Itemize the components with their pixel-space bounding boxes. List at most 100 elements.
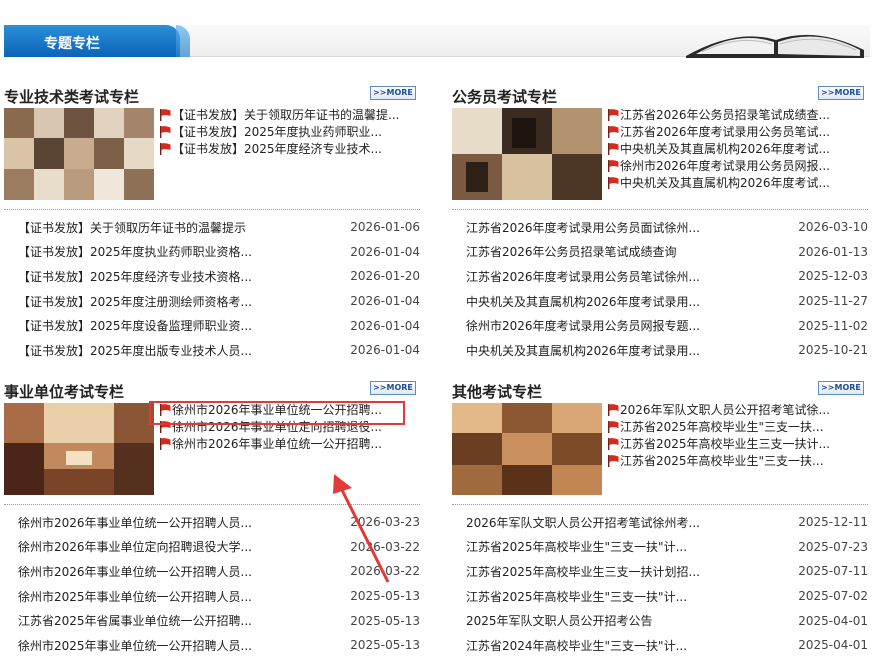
dotted-divider: [4, 209, 420, 210]
red-flag-icon: [608, 403, 619, 416]
list-item[interactable]: 徐州市2025年事业单位统一公开招聘人员... 2025-05-13: [18, 584, 420, 609]
flag-list-item[interactable]: 【证书发放】2025年度执业药师职业...: [160, 123, 424, 140]
section-thumbnail: [452, 403, 602, 495]
section-title: 公务员考试专栏: [452, 88, 558, 106]
list-item[interactable]: 江苏省2025年高校毕业生"三支一扶"计... 2025-07-23: [466, 535, 868, 560]
list-item[interactable]: 【证书发放】2025年度经济专业技术资格... 2026-01-20: [18, 264, 420, 289]
flag-list-item[interactable]: 【证书发放】关于领取历年证书的温馨提...: [160, 106, 424, 123]
more-button[interactable]: >>MORE: [818, 381, 864, 395]
list-item[interactable]: 徐州市2026年事业单位统一公开招聘人员... 2026-03-23: [18, 510, 420, 535]
red-flag-icon: [608, 142, 619, 155]
red-flag-icon: [608, 159, 619, 172]
list-item[interactable]: 江苏省2025年省属事业单位统一公开招聘... 2025-05-13: [18, 608, 420, 633]
list-item[interactable]: 徐州市2026年度考试录用公务员网报专题... 2025-11-02: [466, 313, 868, 338]
flag-list-item[interactable]: 江苏省2026年公务员招录笔试成绩查...: [608, 106, 872, 123]
flag-list-item[interactable]: 【证书发放】2025年度经济专业技术...: [160, 140, 424, 157]
list-item-title: 【证书发放】2025年度经济专业技术资格...: [18, 269, 252, 284]
red-flag-icon: [608, 125, 619, 138]
list-item-title: 徐州市2026年事业单位统一公开招聘人员...: [18, 564, 252, 579]
list-item-title: 徐州市2025年事业单位统一公开招聘人员...: [18, 638, 252, 653]
list-item-title: 江苏省2025年高校毕业生三支一扶计划招...: [466, 564, 700, 579]
section-professional-exams: 专业技术类考试专栏 >>MORE 【证书发放】关于领取历年证书的温馨提... 【…: [4, 86, 420, 358]
list-item-title: 徐州市2026年事业单位统一公开招聘人员...: [18, 515, 252, 530]
list-item[interactable]: 2026年军队文职人员公开招考笔试徐州考... 2025-12-11: [466, 510, 868, 535]
flag-list: 江苏省2026年公务员招录笔试成绩查... 江苏省2026年度考试录用公务员笔试…: [608, 106, 872, 191]
flag-list-item[interactable]: 江苏省2025年高校毕业生"三支一扶...: [608, 452, 872, 469]
dotted-divider: [452, 504, 868, 505]
section-title: 专业技术类考试专栏: [4, 88, 140, 106]
article-list: 2026年军队文职人员公开招考笔试徐州考... 2025-12-11 江苏省202…: [466, 510, 868, 658]
red-flag-icon: [608, 420, 619, 433]
section-title: 其他考试专栏: [452, 383, 543, 401]
list-item[interactable]: 徐州市2025年事业单位统一公开招聘人员... 2025-05-13: [18, 633, 420, 658]
red-flag-icon: [608, 108, 619, 121]
more-button[interactable]: >>MORE: [818, 86, 864, 100]
list-item[interactable]: 徐州市2026年事业单位定向招聘退役大学... 2026-03-22: [18, 535, 420, 560]
flag-list-item[interactable]: 江苏省2026年度考试录用公务员笔试...: [608, 123, 872, 140]
flag-list-item[interactable]: 江苏省2025年高校毕业生三支一扶计...: [608, 435, 872, 452]
list-item-date: 2026-01-04: [350, 318, 420, 333]
flag-list-item[interactable]: 中央机关及其直属机构2026年度考试...: [608, 140, 872, 157]
flag-list-item[interactable]: 徐州市2026年事业单位统一公开招聘...: [160, 435, 424, 452]
header-tab-label: 专题专栏: [44, 36, 100, 52]
list-item-date: 2026-03-10: [798, 220, 868, 235]
list-item-title: 2025年军队文职人员公开招考公告: [466, 614, 653, 629]
list-item-date: 2025-07-23: [798, 539, 868, 554]
list-item[interactable]: 【证书发放】2025年度注册测绘师资格考... 2026-01-04: [18, 289, 420, 314]
flag-list-item[interactable]: 江苏省2025年高校毕业生"三支一扶...: [608, 418, 872, 435]
red-flag-icon: [160, 125, 171, 138]
red-flag-icon: [160, 108, 171, 121]
list-item-date: 2026-01-06: [350, 220, 420, 235]
list-item-title: 徐州市2026年事业单位定向招聘退役大学...: [18, 540, 252, 555]
list-item-date: 2026-01-13: [798, 244, 868, 259]
list-item-date: 2026-01-04: [350, 244, 420, 259]
flag-list-item[interactable]: 中央机关及其直属机构2026年度考试...: [608, 174, 872, 191]
list-item-date: 2026-03-22: [350, 539, 420, 554]
list-item-date: 2025-04-01: [798, 638, 868, 653]
list-item-title: 江苏省2024年高校毕业生"三支一扶"计...: [466, 638, 688, 653]
list-item[interactable]: 江苏省2024年高校毕业生"三支一扶"计... 2025-04-01: [466, 633, 868, 658]
list-item[interactable]: 江苏省2025年高校毕业生三支一扶计划招... 2025-07-11: [466, 559, 868, 584]
list-item[interactable]: 江苏省2026年度考试录用公务员笔试徐州... 2025-12-03: [466, 264, 868, 289]
more-button[interactable]: >>MORE: [370, 86, 416, 100]
list-item-title: 江苏省2025年高校毕业生"三支一扶"计...: [466, 540, 688, 555]
list-item-date: 2026-01-20: [350, 269, 420, 284]
list-item[interactable]: 【证书发放】2025年度设备监理师职业资... 2026-01-04: [18, 313, 420, 338]
list-item[interactable]: 【证书发放】2025年度出版专业技术人员... 2026-01-04: [18, 338, 420, 363]
flag-list-item[interactable]: 2026年军队文职人员公开招考笔试徐...: [608, 401, 872, 418]
list-item-date: 2025-12-03: [798, 269, 868, 284]
list-item[interactable]: 江苏省2026年度考试录用公务员面试徐州... 2026-03-10: [466, 215, 868, 240]
list-item-title: 【证书发放】2025年度设备监理师职业资...: [18, 319, 252, 334]
red-flag-icon: [608, 454, 619, 467]
list-item-date: 2026-01-04: [350, 294, 420, 309]
dotted-divider: [452, 209, 868, 210]
list-item-title: 中央机关及其直属机构2026年度考试录用...: [466, 294, 700, 309]
list-item[interactable]: 2025年军队文职人员公开招考公告 2025-04-01: [466, 608, 868, 633]
red-flag-icon: [608, 176, 619, 189]
list-item-title: 【证书发放】2025年度注册测绘师资格考...: [18, 294, 252, 309]
list-item[interactable]: 【证书发放】2025年度执业药师职业资格... 2026-01-04: [18, 240, 420, 265]
special-column-header: 专题专栏: [0, 0, 876, 62]
section-other-exams: 其他考试专栏 >>MORE 2026年军队文职人员公开招考笔试徐... 江苏省2…: [452, 381, 868, 657]
list-item-date: 2025-10-21: [798, 343, 868, 358]
list-item-date: 2026-03-23: [350, 515, 420, 530]
list-item-title: 【证书发放】2025年度执业药师职业资格...: [18, 245, 252, 260]
section-thumbnail: [4, 108, 154, 200]
list-item-title: 江苏省2026年公务员招录笔试成绩查询: [466, 245, 677, 260]
list-item[interactable]: 江苏省2025年高校毕业生"三支一扶"计... 2025-07-02: [466, 584, 868, 609]
list-item-date: 2025-04-01: [798, 613, 868, 628]
list-item[interactable]: 江苏省2026年公务员招录笔试成绩查询 2026-01-13: [466, 240, 868, 265]
list-item[interactable]: 中央机关及其直属机构2026年度考试录用... 2025-11-27: [466, 289, 868, 314]
red-flag-icon: [160, 142, 171, 155]
more-button[interactable]: >>MORE: [370, 381, 416, 395]
list-item-date: 2026-01-04: [350, 343, 420, 358]
list-item[interactable]: 中央机关及其直属机构2026年度考试录用... 2025-10-21: [466, 338, 868, 363]
list-item-title: 中央机关及其直属机构2026年度考试录用...: [466, 343, 700, 358]
list-item-title: 江苏省2026年度考试录用公务员笔试徐州...: [466, 269, 700, 284]
list-item[interactable]: 【证书发放】关于领取历年证书的温馨提示 2026-01-06: [18, 215, 420, 240]
list-item[interactable]: 徐州市2026年事业单位统一公开招聘人员... 2026-03-22: [18, 559, 420, 584]
flag-list-item[interactable]: 徐州市2026年度考试录用公务员网报...: [608, 157, 872, 174]
list-item-date: 2026-03-22: [350, 564, 420, 579]
article-list: 江苏省2026年度考试录用公务员面试徐州... 2026-03-10 江苏省202…: [466, 215, 868, 363]
list-item-date: 2025-07-02: [798, 589, 868, 604]
